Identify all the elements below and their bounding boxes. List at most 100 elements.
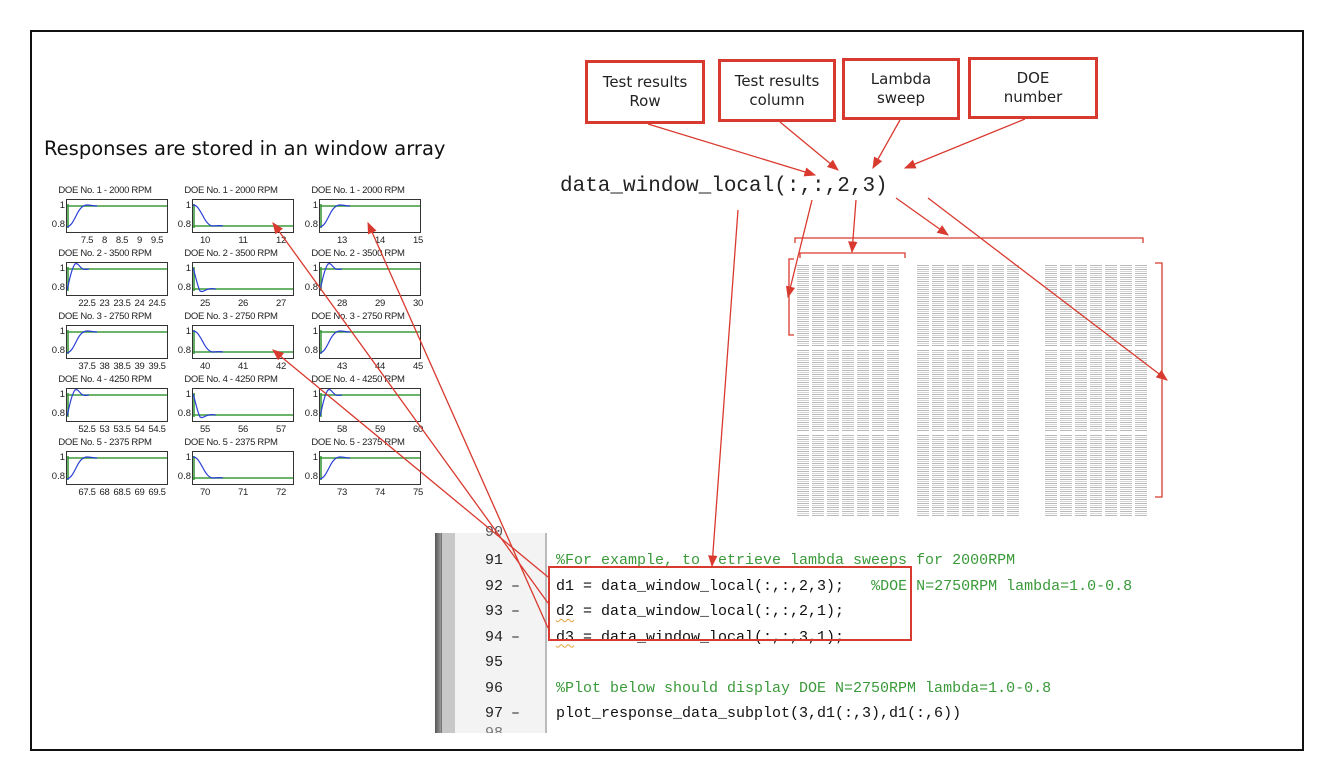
x-tick-label: 41 [238, 361, 248, 372]
x-tick-label: 53.5 [113, 424, 131, 435]
matrix-column [947, 265, 959, 347]
matrix-column [1090, 350, 1102, 432]
y-tick-label: 1 [185, 326, 191, 337]
plot-axes: 1 0.8 58 59 60 [305, 388, 423, 435]
x-tick-label: 57 [276, 424, 286, 435]
matrix-column [797, 435, 809, 517]
plot-axes: 1 0.8 70 71 72 [178, 451, 294, 498]
matrix-page [1045, 435, 1165, 517]
code-line[interactable]: %Plot below should display DOE N=2750RPM… [556, 680, 1051, 697]
heading: Responses are stored in an window array [44, 137, 446, 160]
matrix-column [1105, 435, 1117, 517]
y-tick-label: 0.8 [177, 219, 191, 230]
y-tick-label: 0.8 [304, 471, 318, 482]
x-tick-label: 27 [276, 298, 286, 309]
matrix-column [1090, 435, 1102, 517]
x-tick-label: 15 [413, 235, 423, 246]
code-text: plot_response_data_subplot(3,d1(:,3),d1(… [556, 705, 962, 722]
plot-title: DOE No. 2 - 3500 RPM [58, 248, 152, 259]
x-tick-label: 30 [413, 298, 423, 309]
matrix-column [1135, 435, 1147, 517]
line-number: 90 [484, 524, 503, 541]
plot-axes: 1 0.8 37.5 38 38.5 39 39.5 [52, 325, 168, 372]
plot-title: DOE No. 4 - 4250 RPM [58, 374, 152, 385]
matrix-column [842, 265, 854, 347]
matrix-column [977, 350, 989, 432]
x-tick-label: 42 [276, 361, 286, 372]
response-curve [320, 389, 343, 417]
plot-axes: 1 0.8 43 44 45 [305, 325, 423, 372]
label-line2: column [749, 90, 805, 109]
matrix-column [1045, 435, 1057, 517]
x-tick-label: 39.5 [148, 361, 166, 372]
response-curve [320, 456, 351, 480]
plot-axes: 1 0.8 13 14 15 [305, 199, 423, 246]
x-tick-label: 13 [337, 235, 347, 246]
x-tick-label: 68.5 [113, 487, 131, 498]
plot-title: DOE No. 3 - 2750 RPM [311, 311, 405, 322]
matrix-column [917, 435, 929, 517]
breakpoint-marker[interactable]: – [511, 629, 523, 646]
label-lambda-sweep: Lambda sweep [842, 58, 960, 120]
y-tick-label: 0.8 [304, 219, 318, 230]
line-number: 95 [484, 654, 503, 671]
response-curve [193, 456, 224, 479]
line-number: 91 [484, 552, 503, 569]
plot-title: DOE No. 1 - 2000 RPM [58, 185, 152, 196]
plot-title: DOE No. 2 - 3500 RPM [184, 248, 278, 259]
matrix-column [917, 350, 929, 432]
response-curve [67, 263, 90, 291]
x-tick-label: 54 [134, 424, 145, 435]
plot-axes: 1 0.8 40 41 42 [178, 325, 294, 372]
x-tick-label: 11 [238, 235, 248, 246]
x-tick-label: 8.5 [115, 235, 129, 246]
x-tick-label: 25 [200, 298, 210, 309]
breakpoint-marker[interactable]: – [511, 578, 523, 595]
code-line[interactable]: plot_response_data_subplot(3,d1(:,3),d1(… [556, 705, 961, 722]
matrix-page [917, 350, 1037, 432]
y-tick-label: 0.8 [177, 471, 191, 482]
x-tick-label: 8 [102, 235, 107, 246]
matrix-column [1120, 435, 1132, 517]
response-curve [67, 389, 90, 417]
matrix-column [1007, 265, 1019, 347]
x-tick-label: 71 [238, 487, 248, 498]
matrix-page [797, 350, 917, 432]
x-tick-label: 14 [375, 235, 385, 246]
matrix-column [1045, 265, 1057, 347]
index-expression: data_window_local(:,:,2,3) [560, 175, 888, 198]
x-tick-label: 74 [375, 487, 385, 498]
x-tick-label: 44 [375, 361, 385, 372]
x-tick-label: 10 [200, 235, 210, 246]
line-number: 98 [469, 725, 503, 733]
x-tick-label: 26 [238, 298, 248, 309]
breakpoint-marker[interactable]: – [511, 603, 523, 620]
matrix-column [992, 265, 1004, 347]
response-curve [67, 456, 98, 480]
response-curve [193, 330, 224, 353]
matrix-column [797, 265, 809, 347]
matrix-column [1135, 350, 1147, 432]
breakpoint-marker[interactable]: – [511, 705, 523, 722]
response-curve [193, 393, 217, 419]
matrix-column [962, 350, 974, 432]
response-curve [320, 204, 351, 228]
y-tick-label: 1 [59, 452, 65, 463]
y-tick-label: 1 [312, 326, 318, 337]
x-tick-label: 52.5 [78, 424, 96, 435]
label-line2: sweep [876, 89, 926, 107]
matrix-column [1045, 350, 1057, 432]
matrix-column [932, 435, 944, 517]
plot-title: DOE No. 2 - 3500 RPM [311, 248, 405, 259]
y-tick-label: 1 [312, 200, 318, 211]
matrix-column [977, 265, 989, 347]
x-tick-label: 75 [413, 487, 423, 498]
y-tick-label: 1 [312, 263, 318, 274]
matrix-column [1007, 350, 1019, 432]
matrix-page [797, 265, 917, 347]
matrix-column [842, 350, 854, 432]
matrix-page [917, 435, 1037, 517]
plot-axes: 1 0.8 28 29 30 [305, 262, 423, 309]
matrix-column [1075, 435, 1087, 517]
matrix-column [857, 265, 869, 347]
